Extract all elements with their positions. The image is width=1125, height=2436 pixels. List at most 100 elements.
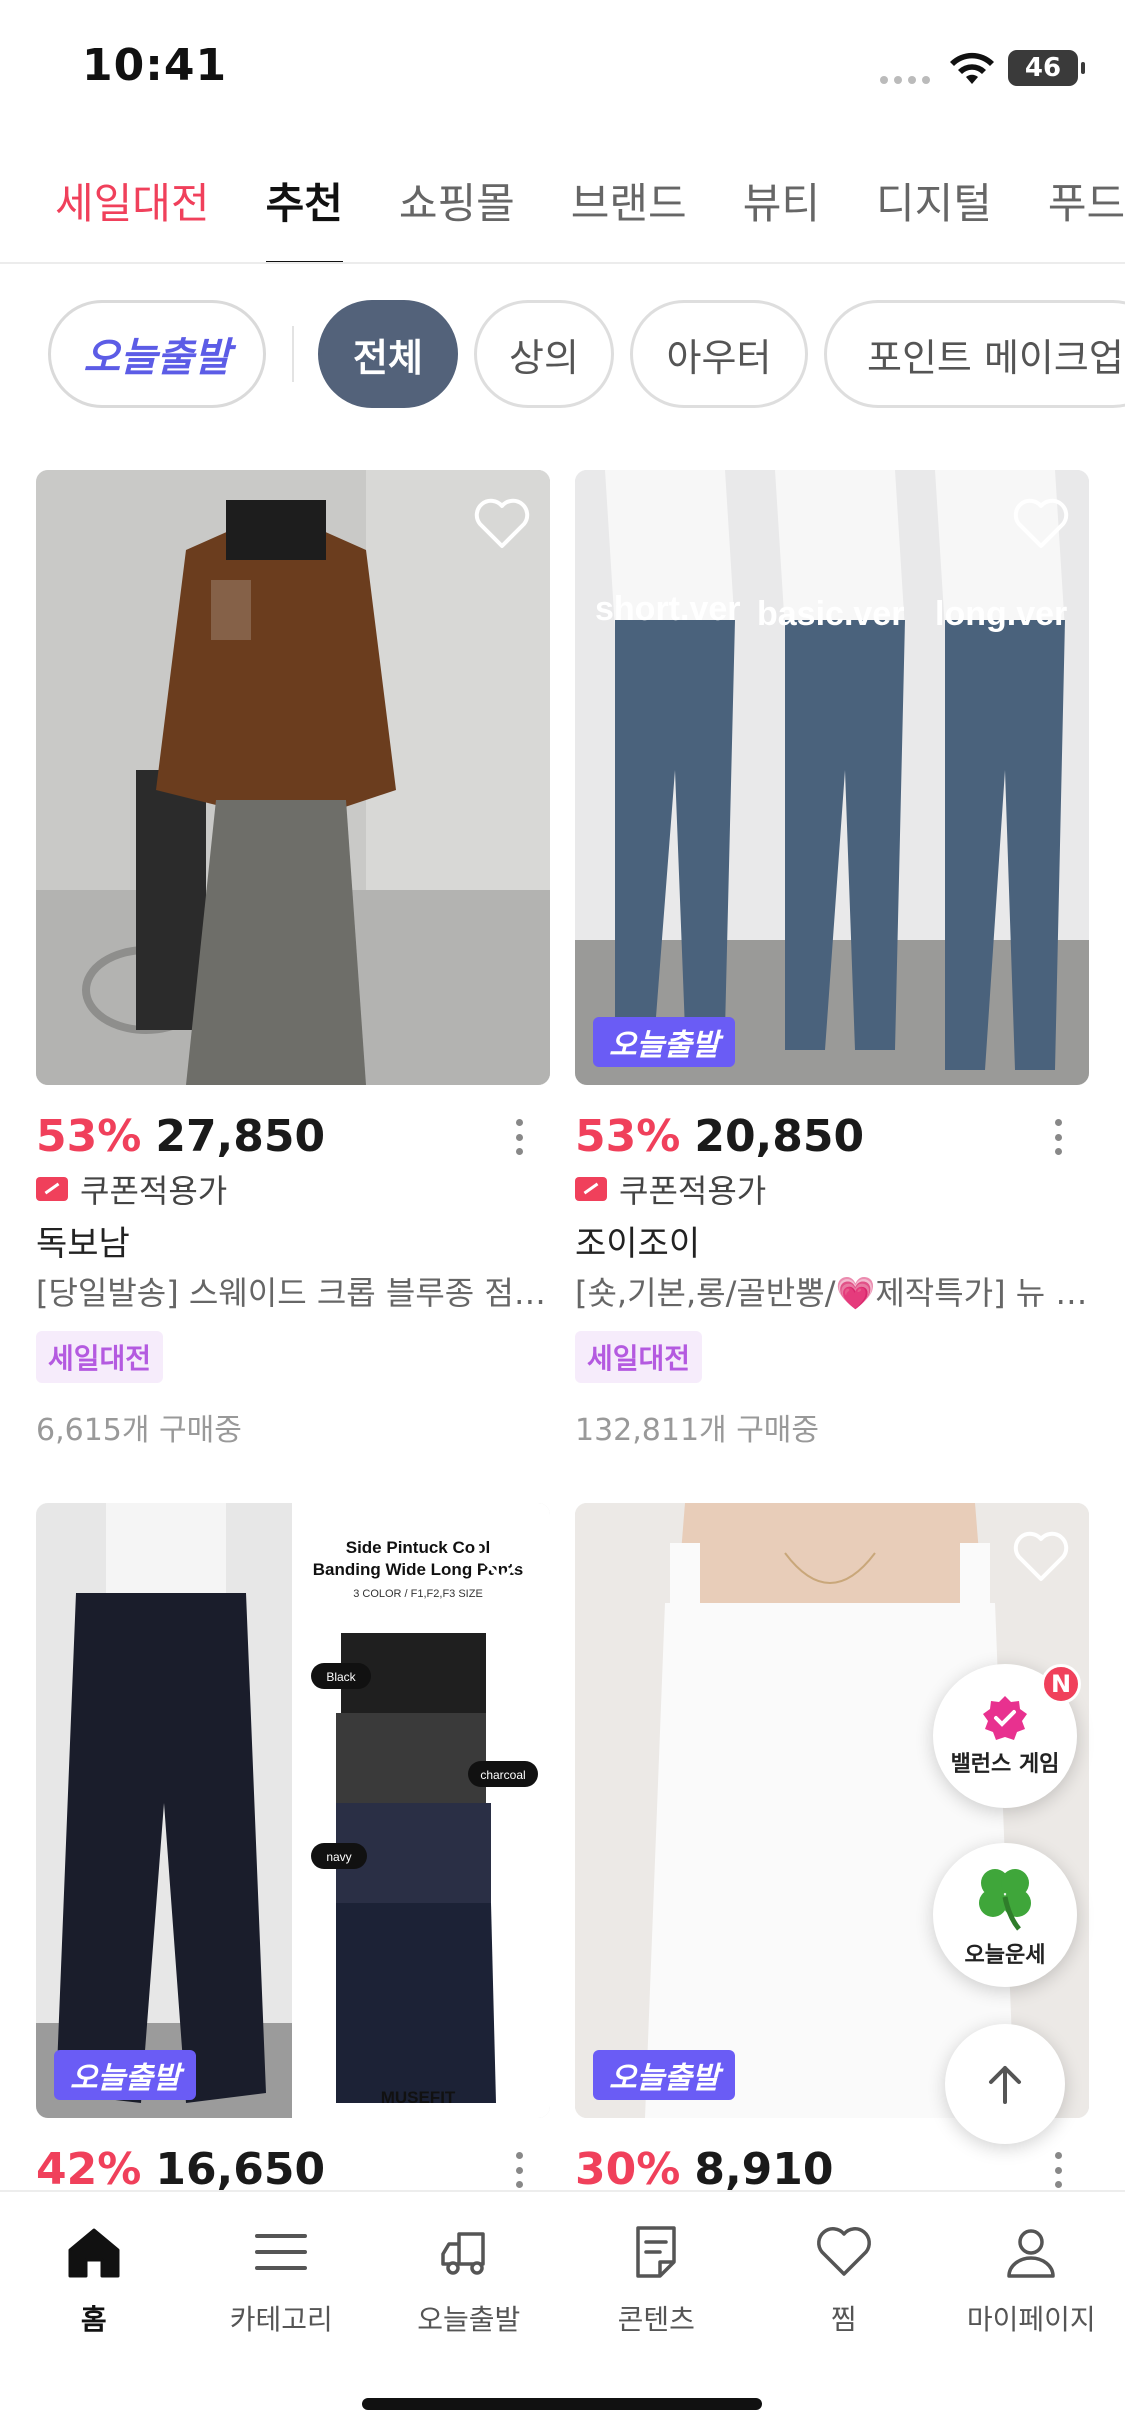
product-image[interactable] bbox=[36, 470, 550, 1085]
nav-label: 콘텐츠 bbox=[617, 2303, 695, 2336]
image-text-charcoal: charcoal bbox=[480, 1768, 525, 1782]
product-card[interactable]: Side Pintuck Cool Banding Wide Long Pant… bbox=[36, 1503, 550, 2198]
discount-rate: 42% bbox=[36, 2143, 142, 2195]
nav-home[interactable]: 홈 bbox=[0, 2192, 188, 2352]
today-delivery-badge: 오늘출발 bbox=[593, 2050, 736, 2100]
wishlist-heart-icon[interactable] bbox=[1013, 1531, 1069, 1583]
price: 16,650 bbox=[155, 2143, 326, 2195]
image-text-navy: navy bbox=[326, 1850, 351, 1864]
brand-name[interactable]: 독보남 bbox=[36, 1219, 550, 1269]
home-indicator bbox=[362, 2398, 762, 2410]
fortune-button[interactable]: 오늘운세 bbox=[933, 1843, 1077, 1987]
tab-shoppingmall[interactable]: 쇼핑몰 bbox=[399, 160, 515, 262]
buyer-count: 132,811개 구매중 bbox=[575, 1413, 819, 1448]
tab-digital[interactable]: 디지털 bbox=[876, 160, 992, 262]
chip-divider bbox=[292, 326, 294, 382]
new-badge: N bbox=[1041, 1664, 1081, 1704]
product-photo: Side Pintuck Cool Banding Wide Long Pant… bbox=[36, 1503, 550, 2118]
image-text-size: 3 COLOR / F1,F2,F3 SIZE bbox=[353, 1588, 483, 1600]
top-tab-bar: 세일대전 추천 쇼핑몰 브랜드 뷰티 디지털 푸드 bbox=[0, 160, 1125, 264]
discount-rate: 53% bbox=[575, 1110, 681, 1162]
wishlist-heart-icon[interactable] bbox=[474, 1531, 530, 1583]
status-bar: 10:41 46 bbox=[0, 0, 1125, 135]
brand-name[interactable]: 조이조이 bbox=[575, 1219, 1089, 1269]
check-badge-icon bbox=[983, 1696, 1027, 1740]
coupon-label: 쿠폰적용가 bbox=[80, 1172, 228, 1210]
coupon-label: 쿠폰적용가 bbox=[619, 1172, 767, 1210]
today-delivery-badge: 오늘출발 bbox=[54, 2050, 197, 2100]
coupon-row: 쿠폰적용가 bbox=[575, 1167, 1089, 1211]
wishlist-heart-icon[interactable] bbox=[1013, 498, 1069, 550]
wishlist-heart-icon[interactable] bbox=[474, 498, 530, 550]
sale-tag: 세일대전 bbox=[36, 1331, 164, 1383]
today-delivery-badge: 오늘출발 bbox=[593, 1017, 736, 1067]
more-options-icon[interactable] bbox=[1055, 1119, 1065, 1155]
signal-icon bbox=[880, 76, 930, 84]
coupon-icon bbox=[36, 1177, 68, 1201]
image-text-musefit: MUSEFIT bbox=[381, 2088, 456, 2107]
price: 20,850 bbox=[694, 1110, 865, 1162]
tab-sale[interactable]: 세일대전 bbox=[55, 160, 210, 262]
status-time: 10:41 bbox=[82, 40, 228, 91]
tab-recommend[interactable]: 추천 bbox=[265, 160, 344, 262]
person-icon bbox=[1007, 2229, 1055, 2278]
balance-game-button[interactable]: N 밸런스 게임 bbox=[933, 1664, 1081, 1808]
nav-category[interactable]: 카테고리 bbox=[188, 2192, 376, 2352]
nav-label: 찜 bbox=[830, 2303, 857, 2336]
product-photo: short.ver basic.ver long.ver bbox=[575, 470, 1089, 1085]
price-row: 53% 27,850 bbox=[36, 1107, 550, 1165]
nav-label: 오늘출발 bbox=[417, 2303, 521, 2336]
wifi-icon bbox=[950, 52, 994, 84]
chip-point-makeup[interactable]: 포인트 메이크업 bbox=[824, 300, 1125, 408]
discount-rate: 53% bbox=[36, 1110, 142, 1162]
image-text-black: Black bbox=[326, 1670, 356, 1684]
arrow-up-icon bbox=[989, 2066, 1021, 2104]
nav-mypage[interactable]: 마이페이지 bbox=[938, 2192, 1125, 2352]
tab-beauty[interactable]: 뷰티 bbox=[743, 160, 820, 262]
menu-icon bbox=[255, 2234, 308, 2270]
buyer-count: 6,615개 구매중 bbox=[36, 1413, 242, 1448]
document-icon bbox=[636, 2226, 676, 2278]
tab-food[interactable]: 푸드 bbox=[1048, 160, 1125, 262]
nav-label: 홈 bbox=[80, 2303, 107, 2336]
image-text-title: Side Pintuck Cool bbox=[346, 1538, 491, 1557]
image-text-basic: basic.ver bbox=[757, 595, 904, 633]
coupon-icon bbox=[575, 1177, 607, 1201]
nav-contents[interactable]: 콘텐츠 bbox=[563, 2192, 751, 2352]
chip-today-delivery[interactable]: 오늘출발 bbox=[48, 300, 266, 408]
clover-icon bbox=[979, 1869, 1031, 1931]
category-chip-bar: 오늘출발 전체 상의 아우터 포인트 메이크업 bbox=[0, 298, 1125, 410]
price: 8,910 bbox=[694, 2143, 834, 2195]
product-card[interactable]: short.ver basic.ver long.ver 오늘출발 53% 20… bbox=[575, 470, 1089, 1449]
image-text-long: long.ver bbox=[935, 595, 1067, 633]
more-options-icon[interactable] bbox=[1055, 2152, 1065, 2188]
balance-game-label: 밸런스 게임 bbox=[950, 1752, 1060, 1777]
chip-outer[interactable]: 아우터 bbox=[630, 300, 808, 408]
image-text-short: short.ver bbox=[595, 590, 741, 628]
price: 27,850 bbox=[155, 1110, 326, 1162]
chip-top[interactable]: 상의 bbox=[474, 300, 614, 408]
nav-today-delivery[interactable]: 오늘출발 bbox=[375, 2192, 563, 2352]
product-image[interactable]: Side Pintuck Cool Banding Wide Long Pant… bbox=[36, 1503, 550, 2118]
tab-brand[interactable]: 브랜드 bbox=[571, 160, 687, 262]
product-photo bbox=[36, 470, 550, 1085]
battery-icon: 46 bbox=[1008, 50, 1085, 86]
more-options-icon[interactable] bbox=[516, 2152, 526, 2188]
scroll-to-top-button[interactable] bbox=[945, 2024, 1065, 2144]
product-card[interactable]: 53% 27,850 쿠폰적용가 독보남 [당일발송] 스웨이드 크롭 블루종 … bbox=[36, 470, 550, 1449]
nav-label: 마이페이지 bbox=[966, 2303, 1096, 2336]
price-row: 53% 20,850 bbox=[575, 1107, 1089, 1165]
fortune-label: 오늘운세 bbox=[964, 1943, 1046, 1968]
heart-icon bbox=[816, 2227, 871, 2276]
nav-wishlist[interactable]: 찜 bbox=[750, 2192, 938, 2352]
discount-rate: 30% bbox=[575, 2143, 681, 2195]
nav-label: 카테고리 bbox=[229, 2303, 333, 2336]
product-title[interactable]: [당일발송] 스웨이드 크롭 블루종 점퍼 자켓 bbox=[36, 1269, 550, 1317]
truck-icon bbox=[441, 2232, 485, 2275]
product-title[interactable]: [숏,기본,롱/골반뽕/💗제작특가] 뉴 부츠컷 데님 bbox=[575, 1269, 1089, 1317]
more-options-icon[interactable] bbox=[516, 1119, 526, 1155]
home-icon bbox=[68, 2228, 120, 2278]
chip-all[interactable]: 전체 bbox=[318, 300, 458, 408]
coupon-row: 쿠폰적용가 bbox=[36, 1167, 550, 1211]
product-image[interactable]: short.ver basic.ver long.ver 오늘출발 bbox=[575, 470, 1089, 1085]
